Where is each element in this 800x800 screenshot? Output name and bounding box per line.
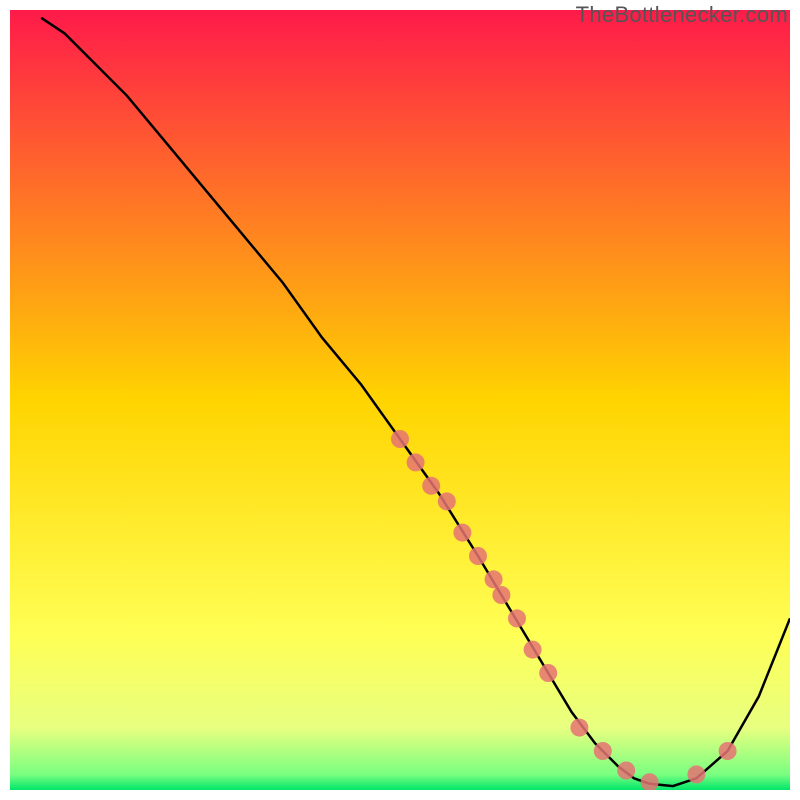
data-marker <box>687 765 705 783</box>
data-marker <box>469 547 487 565</box>
data-marker <box>422 477 440 495</box>
data-marker <box>438 492 456 510</box>
plot-svg <box>10 10 790 790</box>
data-marker <box>485 570 503 588</box>
chart-container: TheBottlenecker.com <box>0 0 800 800</box>
data-marker <box>570 719 588 737</box>
data-marker <box>508 609 526 627</box>
data-marker <box>391 430 409 448</box>
watermark-text: TheBottlenecker.com <box>576 2 788 28</box>
data-marker <box>617 762 635 780</box>
data-marker <box>719 742 737 760</box>
data-marker <box>492 586 510 604</box>
data-marker <box>594 742 612 760</box>
data-marker <box>453 524 471 542</box>
plot-area <box>10 10 790 790</box>
data-marker <box>524 641 542 659</box>
data-marker <box>539 664 557 682</box>
gradient-background <box>10 10 790 790</box>
data-marker <box>407 453 425 471</box>
